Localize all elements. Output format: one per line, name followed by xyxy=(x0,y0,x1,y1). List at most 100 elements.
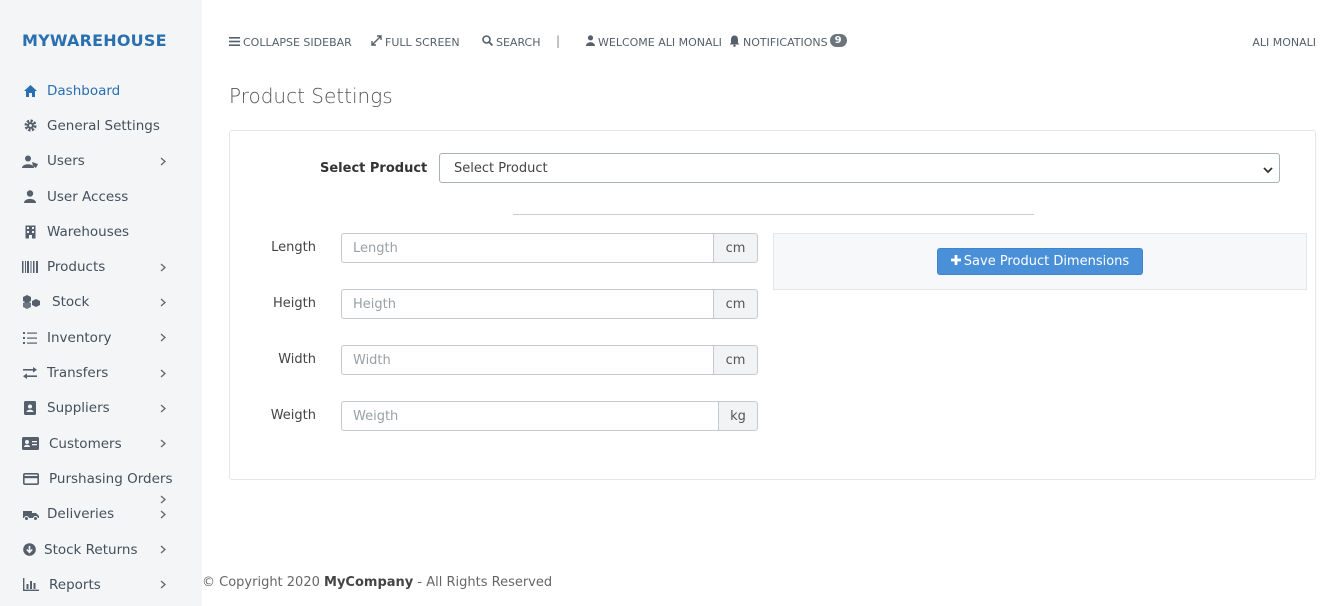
chevron-right-icon xyxy=(158,368,168,378)
width-row: Width Width cm xyxy=(230,345,760,375)
user-menu[interactable]: ALI MONALI xyxy=(1252,32,1316,52)
divider xyxy=(513,214,1034,215)
height-input[interactable]: Heigth xyxy=(341,289,714,319)
user-icon xyxy=(22,189,38,205)
product-select[interactable]: Select Product xyxy=(439,153,1280,183)
chevron-right-icon xyxy=(158,403,168,413)
sidebar-item-label: Dashboard xyxy=(47,82,121,99)
sidebar-item-purshasing-orders[interactable]: Purshasing Orders xyxy=(0,461,202,504)
topbar-separator: | xyxy=(556,34,561,48)
arrow-circle-down-icon xyxy=(22,542,36,558)
chevron-right-icon xyxy=(158,580,168,590)
sidebar-item-label: Purshasing Orders xyxy=(49,470,173,487)
gear-icon xyxy=(22,118,38,134)
footer-copyright: © Copyright 2020 xyxy=(202,575,320,590)
sidebar-nav: Dashboard General Settings Users User Ac… xyxy=(0,73,202,602)
sidebar-item-deliveries[interactable]: Deliveries xyxy=(0,497,202,532)
chevron-right-icon xyxy=(158,297,168,307)
users-icon xyxy=(22,153,38,169)
sidebar-item-label: Products xyxy=(47,259,106,276)
width-input[interactable]: Width xyxy=(341,345,714,375)
sidebar-item-customers[interactable]: Customers xyxy=(0,426,202,461)
cubes-icon xyxy=(22,294,40,310)
sidebar-item-label: Suppliers xyxy=(47,400,110,417)
sidebar-item-suppliers[interactable]: Suppliers xyxy=(0,391,202,426)
sidebar-item-label: Reports xyxy=(49,576,101,593)
weight-input[interactable]: Weigth xyxy=(341,401,719,431)
sidebar-item-stock[interactable]: Stock xyxy=(0,285,202,320)
chevron-right-icon xyxy=(158,333,168,343)
address-book-icon xyxy=(22,400,38,416)
search-button[interactable]: SEARCH xyxy=(482,32,541,52)
collapse-sidebar-button[interactable]: COLLAPSE SIDEBAR xyxy=(229,32,352,52)
sidebar-item-inventory[interactable]: Inventory xyxy=(0,320,202,355)
full-screen-label: FULL SCREEN xyxy=(385,35,460,49)
sidebar-item-label: Transfers xyxy=(47,365,109,382)
save-button-label: Save Product Dimensions xyxy=(963,254,1130,269)
brand-logo[interactable]: MYWAREHOUSE xyxy=(22,31,167,50)
length-unit: cm xyxy=(714,233,758,263)
weight-unit: kg xyxy=(719,401,758,431)
list-icon xyxy=(22,330,38,346)
notifications-button[interactable]: NOTIFICATIONS 9 xyxy=(729,32,847,52)
height-label: Heigth xyxy=(273,296,316,311)
sidebar-item-label: Stock Returns xyxy=(44,541,138,558)
plus-icon xyxy=(950,254,964,269)
chevron-down-icon xyxy=(1263,163,1273,178)
sidebar-item-products[interactable]: Products xyxy=(0,249,202,284)
exchange-icon xyxy=(22,365,38,381)
sidebar-item-transfers[interactable]: Transfers xyxy=(0,355,202,390)
notification-count-badge: 9 xyxy=(829,33,847,47)
sidebar-item-label: Customers xyxy=(49,435,122,452)
length-label: Length xyxy=(271,240,316,255)
expand-icon xyxy=(371,35,385,49)
home-icon xyxy=(22,83,38,99)
building-icon xyxy=(22,224,38,240)
width-label: Width xyxy=(278,352,316,367)
sidebar-item-user-access[interactable]: User Access xyxy=(0,179,202,214)
bell-icon xyxy=(729,35,743,50)
menu-icon xyxy=(229,36,243,49)
chevron-right-icon xyxy=(158,262,168,272)
sidebar-item-general-settings[interactable]: General Settings xyxy=(0,108,202,143)
barcode-icon xyxy=(22,259,38,275)
sidebar-item-dashboard[interactable]: Dashboard xyxy=(0,73,202,108)
bar-chart-icon xyxy=(22,577,39,593)
product-settings-card: Select Product Select Product Length Len… xyxy=(229,130,1316,480)
select-product-label: Select Product xyxy=(320,161,428,176)
save-panel: Save Product Dimensions xyxy=(773,233,1307,290)
sidebar-item-label: Stock xyxy=(52,294,90,311)
sidebar-item-users[interactable]: Users xyxy=(0,144,202,179)
sidebar-item-stock-returns[interactable]: Stock Returns xyxy=(0,532,202,567)
save-product-dimensions-button[interactable]: Save Product Dimensions xyxy=(937,248,1143,275)
sidebar-item-warehouses[interactable]: Warehouses xyxy=(0,214,202,249)
weight-label: Weigth xyxy=(270,408,316,423)
footer: © Copyright 2020 MyCompany - All Rights … xyxy=(202,575,552,590)
user-name: ALI MONALI xyxy=(1252,35,1316,49)
search-icon xyxy=(482,35,496,49)
collapse-sidebar-label: COLLAPSE SIDEBAR xyxy=(243,35,352,49)
id-card-icon xyxy=(22,436,39,452)
topbar: COLLAPSE SIDEBAR FULL SCREEN SEARCH | WE… xyxy=(229,32,1319,52)
welcome-label: WELCOME ALI MONALI xyxy=(598,35,722,49)
height-row: Heigth Heigth cm xyxy=(230,289,760,319)
sidebar-item-label: User Access xyxy=(47,188,129,205)
product-select-value: Select Product xyxy=(454,160,548,176)
width-unit: cm xyxy=(714,345,758,375)
notifications-label: NOTIFICATIONS xyxy=(743,35,828,49)
length-row: Length Length cm xyxy=(230,233,760,263)
length-input[interactable]: Length xyxy=(341,233,714,263)
height-unit: cm xyxy=(714,289,758,319)
full-screen-button[interactable]: FULL SCREEN xyxy=(371,32,460,52)
sidebar-item-label: Users xyxy=(47,153,85,170)
weight-row: Weigth Weigth kg xyxy=(230,401,760,431)
truck-icon xyxy=(22,506,39,522)
footer-company[interactable]: MyCompany xyxy=(324,575,413,590)
search-label: SEARCH xyxy=(496,35,541,49)
sidebar-item-label: Inventory xyxy=(47,329,112,346)
chevron-right-icon xyxy=(158,156,168,166)
sidebar-item-reports[interactable]: Reports xyxy=(0,567,202,602)
sidebar: MYWAREHOUSE Dashboard General Settings U… xyxy=(0,0,202,606)
page-title: Product Settings xyxy=(229,84,393,108)
welcome-user[interactable]: WELCOME ALI MONALI xyxy=(586,32,722,52)
